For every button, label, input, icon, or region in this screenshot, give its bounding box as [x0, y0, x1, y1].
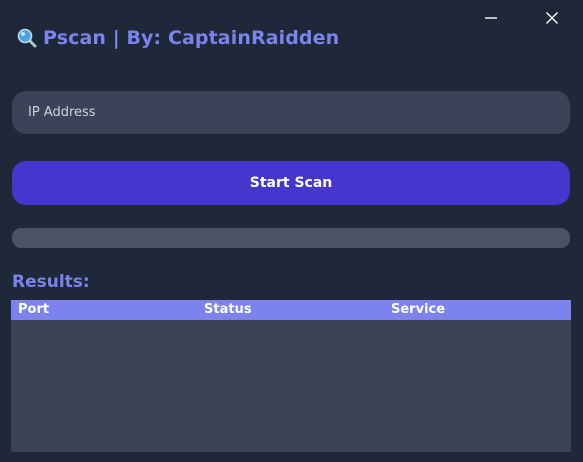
app-window: Pscan | By: CaptainRaidden Start Scan Re… [0, 0, 583, 462]
results-table-header: Port Status Service [11, 300, 571, 320]
minimize-button[interactable] [479, 6, 503, 30]
close-button[interactable] [540, 6, 564, 30]
results-heading: Results: [12, 272, 90, 292]
results-table[interactable]: Port Status Service [11, 300, 571, 452]
column-header-status[interactable]: Status [197, 300, 384, 320]
ip-address-input[interactable] [12, 91, 570, 134]
column-header-port[interactable]: Port [11, 300, 197, 320]
column-header-service[interactable]: Service [384, 300, 571, 320]
close-icon [546, 12, 558, 24]
start-scan-button[interactable]: Start Scan [12, 161, 570, 205]
magnifier-icon [17, 28, 37, 48]
app-title-text: Pscan | By: CaptainRaidden [43, 27, 340, 49]
scan-progress-bar [12, 228, 570, 248]
minimize-icon [485, 17, 497, 19]
app-title: Pscan | By: CaptainRaidden [17, 27, 339, 49]
